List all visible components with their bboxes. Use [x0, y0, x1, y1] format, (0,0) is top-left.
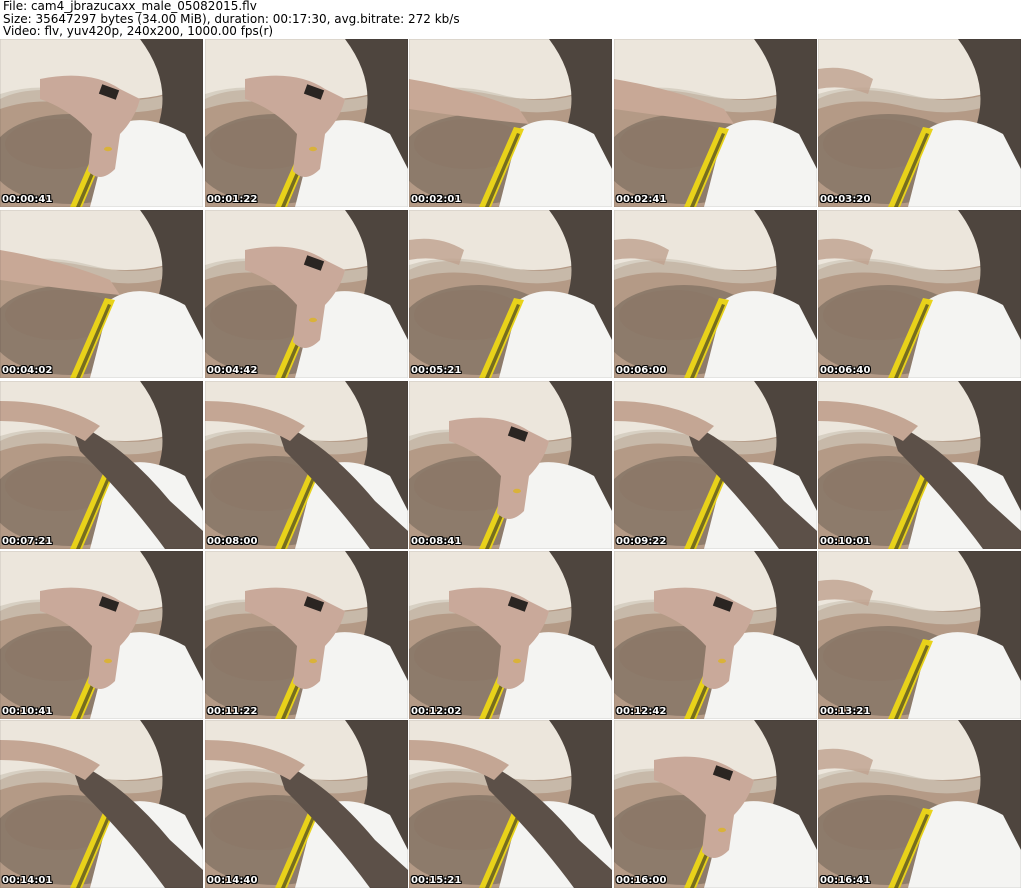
thumbnail-timestamp: 00:12:42: [616, 706, 667, 717]
file-info-header: File: cam4_jbrazucaxx_male_05082015.flv …: [3, 0, 1021, 38]
thumbnail-timestamp: 00:15:21: [411, 875, 462, 886]
thumbnail-frame: 00:12:42: [614, 551, 817, 719]
thumbnail-frame: 00:00:41: [0, 39, 203, 207]
thumbnail-frame: 00:16:00: [614, 720, 817, 888]
thumbnail-frame: 00:08:41: [409, 381, 612, 549]
thumbnail-scene: [205, 551, 408, 719]
thumbnail-scene: [409, 381, 612, 549]
thumbnail-timestamp: 00:05:21: [411, 365, 462, 376]
thumbnail-scene: [0, 720, 203, 888]
thumbnail-timestamp: 00:08:41: [411, 536, 462, 547]
thumbnail-frame: 00:05:21: [409, 210, 612, 378]
thumbnail-scene: [614, 381, 817, 549]
thumbnail-scene: [818, 720, 1021, 888]
video-info-line: Video: flv, yuv420p, 240x200, 1000.00 fp…: [3, 24, 274, 38]
thumbnail-timestamp: 00:02:01: [411, 194, 462, 205]
thumbnail-frame: 00:13:21: [818, 551, 1021, 719]
thumbnail-frame: 00:06:00: [614, 210, 817, 378]
thumbnail-frame: 00:14:40: [205, 720, 408, 888]
thumbnail-timestamp: 00:13:21: [820, 706, 871, 717]
thumbnail-scene: [614, 720, 817, 888]
thumbnail-scene: [409, 551, 612, 719]
thumbnail-scene: [409, 210, 612, 378]
thumbnail-timestamp: 00:14:40: [207, 875, 258, 886]
thumbnail-grid: 00:00:41 00:01:22 00:02:01 00:02:41 00:03:20…: [0, 39, 1024, 889]
thumbnail-timestamp: 00:14:01: [2, 875, 53, 886]
thumbnail-timestamp: 00:10:41: [2, 706, 53, 717]
thumbnail-scene: [0, 381, 203, 549]
thumbnail-frame: 00:14:01: [0, 720, 203, 888]
thumbnail-scene: [0, 210, 203, 378]
thumbnail-timestamp: 00:07:21: [2, 536, 53, 547]
thumbnail-scene: [818, 210, 1021, 378]
thumbnail-timestamp: 00:16:41: [820, 875, 871, 886]
thumbnail-scene: [205, 210, 408, 378]
thumbnail-scene: [409, 720, 612, 888]
thumbnail-scene: [614, 210, 817, 378]
thumbnail-frame: 00:09:22: [614, 381, 817, 549]
thumbnail-frame: 00:01:22: [205, 39, 408, 207]
thumbnail-frame: 00:15:21: [409, 720, 612, 888]
thumbnail-frame: 00:02:41: [614, 39, 817, 207]
file-name-line: File: cam4_jbrazucaxx_male_05082015.flv: [3, 0, 257, 13]
thumbnail-scene: [614, 551, 817, 719]
thumbnail-frame: 00:10:01: [818, 381, 1021, 549]
thumbnail-frame: 00:16:41: [818, 720, 1021, 888]
thumbnail-timestamp: 00:06:40: [820, 365, 871, 376]
thumbnail-frame: 00:11:22: [205, 551, 408, 719]
thumbnail-timestamp: 00:12:02: [411, 706, 462, 717]
thumbnail-timestamp: 00:16:00: [616, 875, 667, 886]
thumbnail-scene: [818, 381, 1021, 549]
thumbnail-timestamp: 00:11:22: [207, 706, 258, 717]
thumbnail-scene: [409, 39, 612, 207]
thumbnail-scene: [205, 381, 408, 549]
thumbnail-scene: [614, 39, 817, 207]
thumbnail-timestamp: 00:09:22: [616, 536, 667, 547]
thumbnail-frame: 00:04:02: [0, 210, 203, 378]
thumbnail-frame: 00:07:21: [0, 381, 203, 549]
thumbnail-frame: 00:02:01: [409, 39, 612, 207]
thumbnail-scene: [0, 39, 203, 207]
thumbnail-frame: 00:03:20: [818, 39, 1021, 207]
thumbnail-scene: [818, 39, 1021, 207]
thumbnail-frame: 00:12:02: [409, 551, 612, 719]
thumbnail-timestamp: 00:00:41: [2, 194, 53, 205]
thumbnail-timestamp: 00:04:42: [207, 365, 258, 376]
thumbnail-scene: [205, 39, 408, 207]
thumbnail-timestamp: 00:10:01: [820, 536, 871, 547]
thumbnail-frame: 00:08:00: [205, 381, 408, 549]
thumbnail-scene: [818, 551, 1021, 719]
thumbnail-scene: [205, 720, 408, 888]
thumbnail-timestamp: 00:02:41: [616, 194, 667, 205]
thumbnail-timestamp: 00:04:02: [2, 365, 53, 376]
thumbnail-frame: 00:04:42: [205, 210, 408, 378]
thumbnail-timestamp: 00:03:20: [820, 194, 871, 205]
thumbnail-frame: 00:06:40: [818, 210, 1021, 378]
thumbnail-timestamp: 00:01:22: [207, 194, 258, 205]
thumbnail-timestamp: 00:06:00: [616, 365, 667, 376]
thumbnail-scene: [0, 551, 203, 719]
thumbnail-timestamp: 00:08:00: [207, 536, 258, 547]
thumbnail-frame: 00:10:41: [0, 551, 203, 719]
